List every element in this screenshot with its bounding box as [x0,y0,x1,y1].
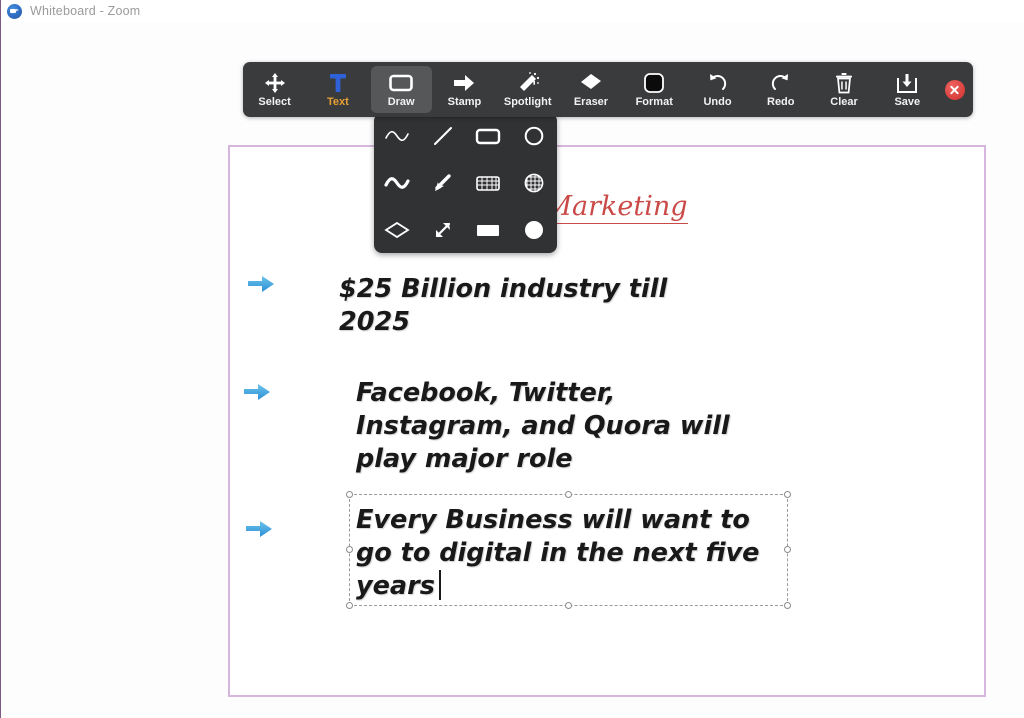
arrow-stamp-icon[interactable] [246,273,276,295]
tool-label: Clear [830,95,858,108]
resize-handle-middle-right[interactable] [784,546,791,553]
grid-rectangle-icon[interactable] [469,164,507,202]
save-download-icon [896,72,918,94]
filled-rectangle-icon[interactable] [469,211,507,249]
move-arrows-icon [264,72,286,94]
whiteboard-canvas[interactable]: Digital Marketing $25 Billion industry t… [228,145,986,697]
bullet-text-2[interactable]: Facebook, Twitter, Instagram, and Quora … [356,377,806,476]
resize-handle-top-center[interactable] [564,491,572,498]
tool-spotlight[interactable]: Spotlight [497,66,558,113]
thick-squiggle-icon[interactable] [378,164,416,202]
tool-redo[interactable]: Redo [750,66,811,113]
tool-save[interactable]: Save [877,66,938,113]
resize-handle-bottom-center[interactable] [564,602,572,609]
tool-label: Spotlight [503,95,552,108]
tool-label: Draw [387,95,415,108]
tool-label: Save [894,95,921,108]
redo-arrow-icon [770,72,792,94]
color-swatch-icon [643,72,665,94]
tool-draw[interactable]: Draw [370,66,432,113]
app-window: Whiteboard - Zoom Digital Marketing $25 … [0,0,1024,718]
tool-undo[interactable]: Undo [687,66,748,113]
thin-squiggle-icon[interactable] [378,117,416,155]
rectangle-outline-icon[interactable] [469,117,507,155]
tool-label: Eraser [573,95,609,108]
circle-outline-icon[interactable] [515,117,553,155]
arrow-diagonal-icon[interactable] [424,164,462,202]
rectangle-icon [388,72,414,94]
tool-label: Redo [767,95,795,108]
tool-eraser[interactable]: Eraser [560,66,621,113]
diamond-outline-icon[interactable] [378,211,416,249]
close-icon[interactable] [944,79,965,100]
tool-label: Text [326,95,349,108]
tool-label: Format [635,95,673,108]
arrow-stamp-icon[interactable] [242,381,272,403]
tool-label: Stamp [447,95,482,108]
zoom-logo-icon [7,3,22,19]
resize-handle-middle-left[interactable] [346,546,353,553]
undo-arrow-icon [706,72,728,94]
trash-can-icon [834,72,854,94]
text-selection-box[interactable] [346,491,791,609]
eraser-icon [579,72,603,94]
bullet-text-1[interactable]: $25 Billion industry till 2025 [339,273,739,339]
tool-stamp[interactable]: Stamp [434,66,495,113]
title-bar: Whiteboard - Zoom [1,0,1024,22]
resize-handle-bottom-left[interactable] [346,602,353,609]
line-icon[interactable] [424,117,462,155]
window-title: Whiteboard - Zoom [30,4,141,18]
text-cursor [439,570,441,600]
arrow-right-icon [452,72,476,94]
tool-label: Select [258,95,291,108]
whiteboard-toolbar[interactable]: Select Text Draw Stamp Spotlight Eraser … [243,62,973,117]
tool-select[interactable]: Select [244,66,305,113]
magic-wand-icon [516,71,540,94]
tool-format[interactable]: Format [624,66,685,113]
arrow-stamp-icon[interactable] [244,518,274,540]
tool-text[interactable]: Text [307,66,368,113]
filled-circle-icon[interactable] [515,211,553,249]
tool-label: Undo [703,95,732,108]
resize-handle-top-right[interactable] [784,491,791,498]
text-t-icon [328,72,348,94]
draw-options-panel[interactable] [374,113,557,253]
double-arrow-icon[interactable] [424,211,462,249]
tool-clear[interactable]: Clear [813,66,874,113]
resize-handle-top-left[interactable] [346,491,353,498]
grid-circle-icon[interactable] [515,164,553,202]
resize-handle-bottom-right[interactable] [784,602,791,609]
